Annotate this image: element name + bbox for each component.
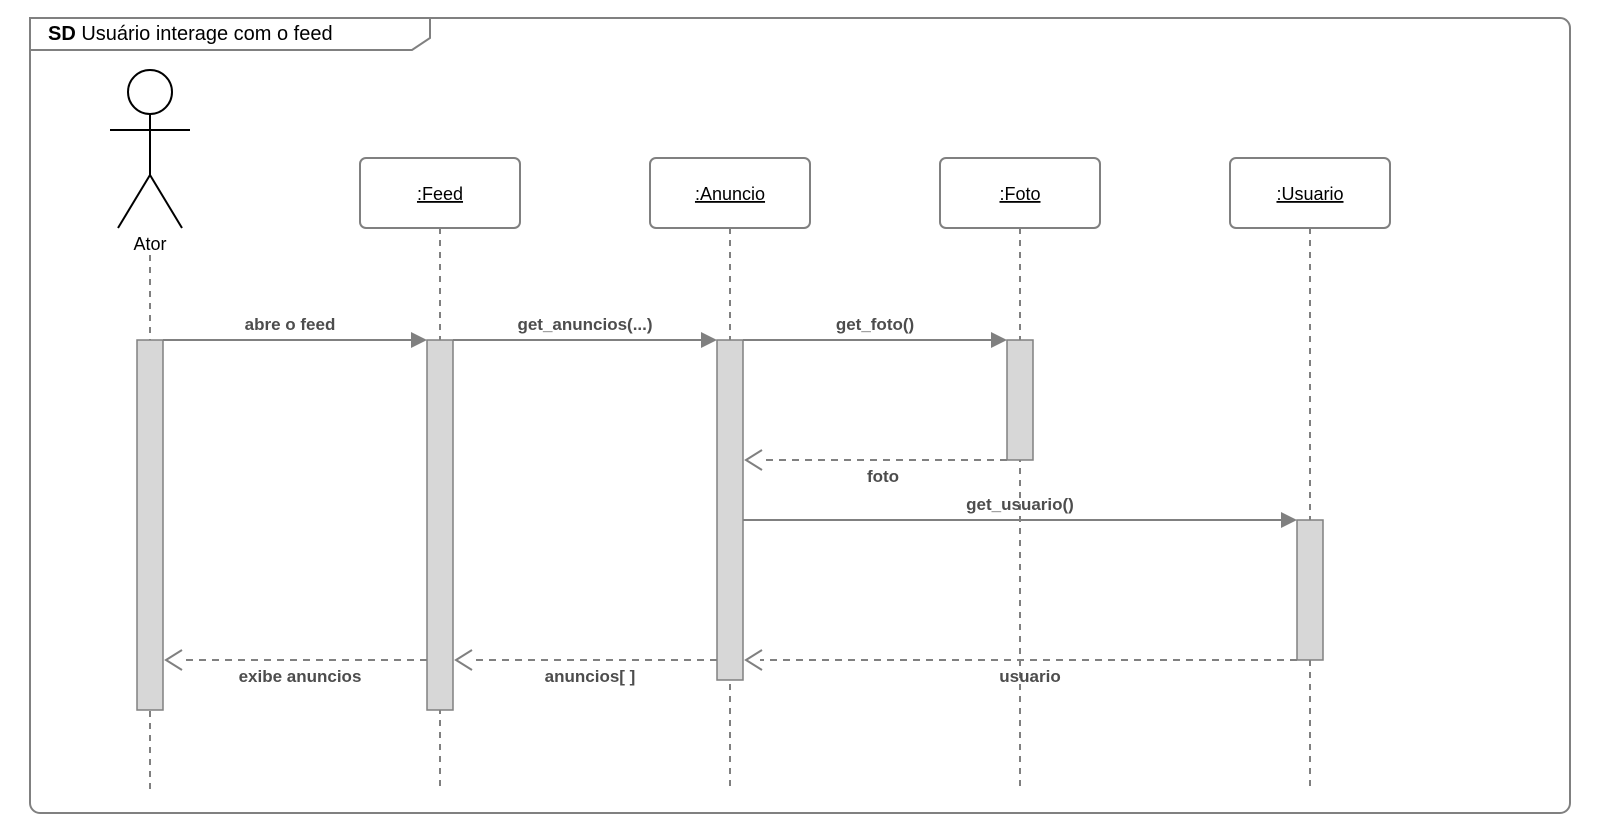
activation-feed <box>427 340 453 710</box>
message-get-anuncios-label: get_anuncios(...) <box>517 315 652 334</box>
arrow-abre-feed <box>411 332 427 348</box>
diagram-title-prefix: SD <box>48 23 76 45</box>
activation-usuario <box>1297 520 1323 660</box>
arrow-return-anuncios <box>456 650 472 670</box>
participant-usuario-label: :Usuario <box>1276 184 1343 204</box>
sequence-diagram: SD Usuário interage com o feed Ator :Fee… <box>0 0 1600 840</box>
message-get-foto-label: get_foto() <box>836 315 914 334</box>
return-usuario-label: usuario <box>999 667 1060 686</box>
diagram-title-text: Usuário interage com o feed <box>81 23 332 45</box>
participant-feed-label: :Feed <box>417 184 463 204</box>
arrow-get-usuario <box>1281 512 1297 528</box>
participant-anuncio-label: :Anuncio <box>695 184 765 204</box>
actor-figure <box>110 70 190 228</box>
return-anuncios-label: anuncios[ ] <box>545 667 636 686</box>
activation-actor <box>137 340 163 710</box>
message-get-usuario-label: get_usuario() <box>966 495 1074 514</box>
activation-foto <box>1007 340 1033 460</box>
arrow-return-usuario <box>746 650 762 670</box>
diagram-frame <box>30 18 1570 813</box>
return-foto-label: foto <box>867 467 899 486</box>
arrow-return-foto <box>746 450 762 470</box>
arrow-get-foto <box>991 332 1007 348</box>
arrow-return-exibe-anuncios <box>166 650 182 670</box>
return-exibe-anuncios-label: exibe anuncios <box>239 667 362 686</box>
actor-label: Ator <box>133 234 166 254</box>
message-abre-feed-label: abre o feed <box>245 315 336 334</box>
arrow-get-anuncios <box>701 332 717 348</box>
diagram-title: SD Usuário interage com o feed <box>48 23 333 45</box>
participant-foto-label: :Foto <box>999 184 1040 204</box>
activation-anuncio <box>717 340 743 680</box>
